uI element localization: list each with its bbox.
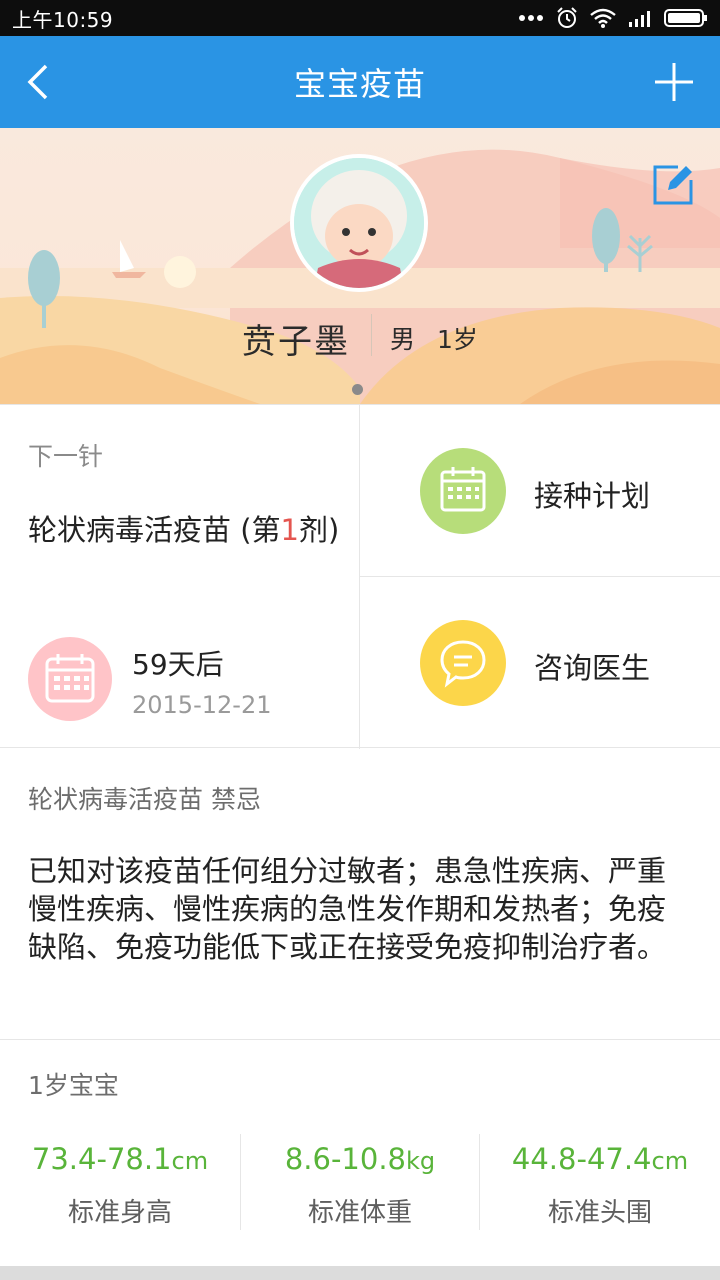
standard-weight: 8.6-10.8kg 标准体重 [240, 1134, 480, 1230]
next-shot-label: 下一针 [28, 442, 104, 471]
app-bar: 宝宝疫苗 [0, 36, 720, 128]
head-label: 标准头围 [547, 1198, 652, 1228]
height-value: 73.4-78.1cm [31, 1142, 209, 1176]
consult-doctor-button[interactable]: 咨询医生 [360, 577, 720, 749]
baby-name: 贲子墨 [242, 322, 350, 362]
weight-value: 8.6-10.8kg [284, 1142, 436, 1176]
more-dots-icon [519, 15, 543, 21]
contraindication-body: 已知对该疫苗任何组分过敏者；患急性疾病、严重慢性疾病、慢性疾病的急性发作期和发热… [28, 854, 667, 964]
status-time: 上午10:59 [12, 7, 114, 32]
baby-photo [294, 158, 424, 288]
baby-age: 1岁 [437, 325, 478, 354]
contraindication-title: 轮状病毒活疫苗 禁忌 [28, 785, 261, 814]
carousel-indicator [352, 384, 363, 395]
bottom-edge [0, 1266, 720, 1280]
next-vaccine-name: 轮状病毒活疫苗 (第1剂) [28, 513, 340, 547]
status-bar: 上午10:59 [0, 0, 720, 36]
vaccine-cards: 下一针 轮状病毒活疫苗 (第1剂) 59天后 2015-12-21 接种计划 咨… [0, 404, 720, 749]
plus-icon[interactable] [652, 60, 696, 104]
battery-icon [664, 9, 707, 27]
schedule-calendar-icon [420, 448, 506, 534]
weight-label: 标准体重 [307, 1198, 412, 1228]
calendar-icon [28, 637, 112, 721]
chat-bubble-icon [420, 620, 506, 706]
growth-title: 1岁宝宝 [28, 1071, 119, 1100]
contraindication-section: 轮状病毒活疫苗 禁忌 已知对该疫苗任何组分过敏者；患急性疾病、严重慢性疾病、慢性… [0, 748, 720, 1040]
signal-icon [629, 11, 650, 27]
consult-doctor-label: 咨询医生 [534, 651, 651, 685]
next-shot-card[interactable]: 下一针 轮状病毒活疫苗 (第1剂) 59天后 2015-12-21 [0, 405, 360, 749]
baby-gender: 男 [390, 325, 416, 354]
standard-head-circumference: 44.8-47.4cm 标准头围 [480, 1134, 720, 1230]
avatar[interactable] [290, 154, 428, 292]
height-label: 标准身高 [67, 1198, 172, 1228]
wifi-icon [590, 8, 616, 28]
profile-banner: 贲子墨 男 1岁 [0, 128, 720, 404]
days-until: 59天后 [132, 648, 224, 681]
edit-icon[interactable] [652, 164, 694, 206]
growth-standards: 1岁宝宝 73.4-78.1cm 标准身高 8.6-10.8kg 标准体重 44… [0, 1040, 720, 1266]
standard-height: 73.4-78.1cm 标准身高 [0, 1134, 240, 1230]
name-divider [371, 314, 372, 356]
page-title: 宝宝疫苗 [293, 65, 426, 103]
status-icons [518, 7, 708, 29]
next-shot-date: 2015-12-21 [132, 691, 272, 719]
dose-number: 1 [280, 513, 299, 547]
head-value: 44.8-47.4cm [511, 1142, 689, 1176]
vaccination-plan-label: 接种计划 [534, 479, 651, 513]
vaccination-plan-button[interactable]: 接种计划 [360, 405, 720, 577]
alarm-icon [557, 7, 577, 28]
back-chevron-icon[interactable] [18, 58, 62, 106]
baby-meta: 男 1岁 [390, 320, 478, 356]
